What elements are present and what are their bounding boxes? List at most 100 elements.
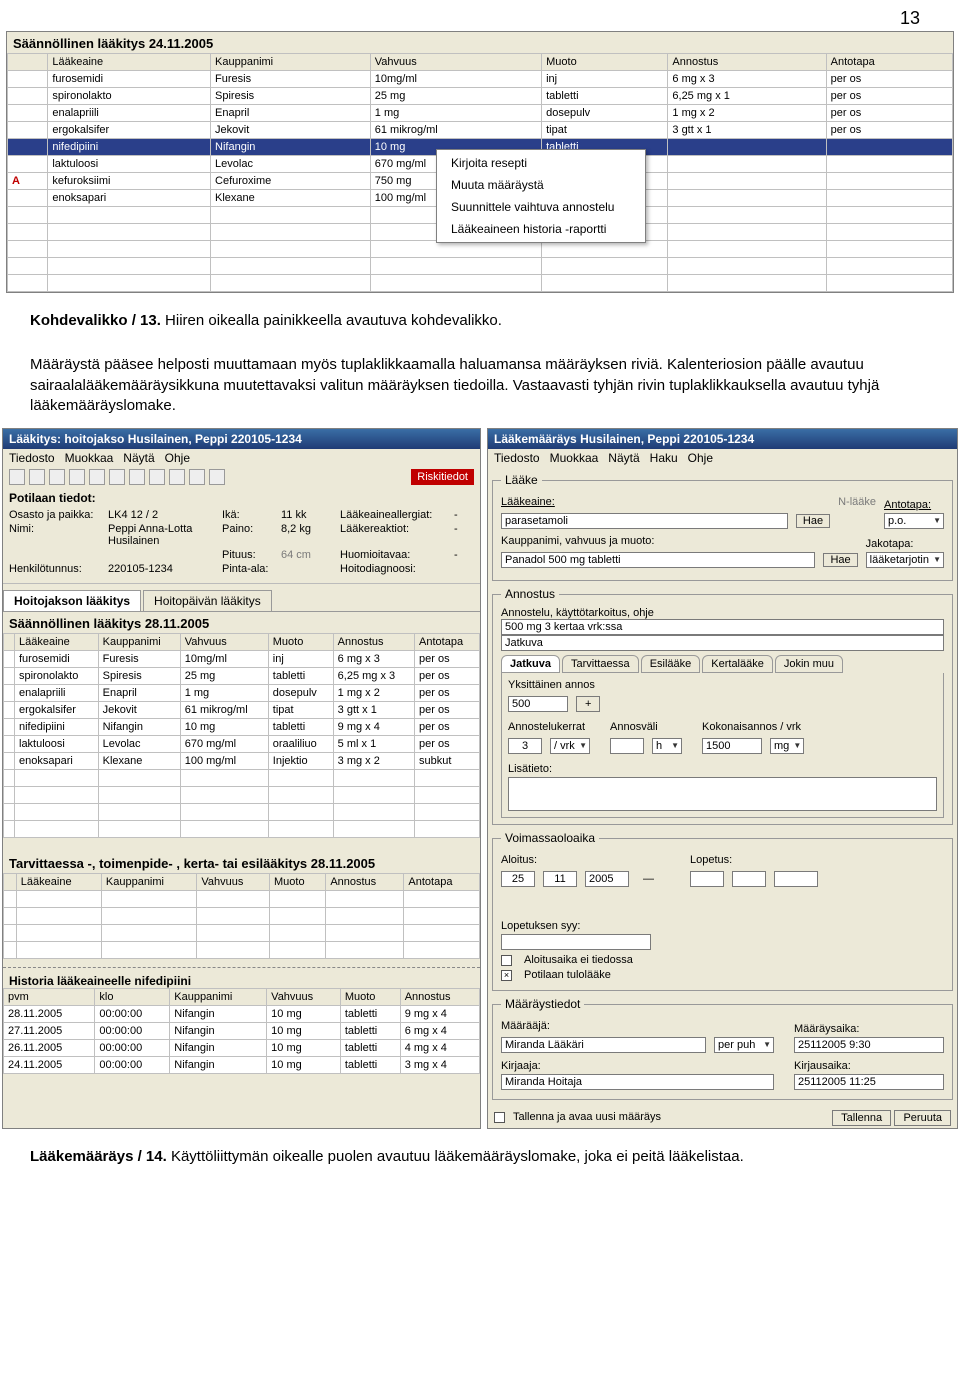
laakeaine-l: Lääkeaine: xyxy=(501,496,830,508)
maaraaja-input[interactable]: Miranda Lääkäri xyxy=(501,1037,706,1053)
aloitus-y[interactable]: 2005 xyxy=(585,871,629,887)
aloitus-l: Aloitus: xyxy=(501,854,660,866)
cb-save-new[interactable] xyxy=(494,1112,505,1123)
aloitus-d[interactable]: 25 xyxy=(501,871,535,887)
kok-unit[interactable]: mg xyxy=(770,738,804,754)
toolbar-icon[interactable] xyxy=(189,469,205,485)
caption2-rest: Käyttöliittymän oikealle puolen avautuu … xyxy=(167,1148,744,1165)
via-select[interactable]: per puh xyxy=(714,1037,774,1053)
pt-ward-l: Osasto ja paikka: xyxy=(9,509,104,521)
toolbar-icon[interactable] xyxy=(69,469,85,485)
pt-alle-v: - xyxy=(454,509,474,521)
maika-input[interactable]: 25112005 9:30 xyxy=(794,1037,944,1053)
context-menu[interactable]: Kirjoita reseptiMuuta määräystäSuunnitte… xyxy=(436,149,646,243)
yks-l: Yksittäinen annos xyxy=(508,679,937,691)
antotapa-l: Antotapa: xyxy=(884,499,944,511)
toolbar-icon[interactable] xyxy=(9,469,25,485)
dt-jatkuva[interactable]: Jatkuva xyxy=(501,655,560,673)
cb-aloitus-ei[interactable] xyxy=(501,955,512,966)
jakotapa-select[interactable]: lääketarjotin xyxy=(866,552,944,568)
ctx-item[interactable]: Suunnittele vaihtuva annostelu xyxy=(437,196,645,218)
plus-button[interactable]: + xyxy=(576,696,600,712)
maika-l: Määräysaika: xyxy=(794,1023,944,1035)
fieldset-laake: Lääke Lääkeaine: parasetamoli Hae N-lääk… xyxy=(492,473,953,581)
kauppanimi-input[interactable]: Panadol 500 mg tabletti xyxy=(501,552,815,568)
kerrat-input[interactable]: 3 xyxy=(508,738,542,754)
ctx-item[interactable]: Muuta määräystä xyxy=(437,174,645,196)
ctx-item[interactable]: Kirjoita resepti xyxy=(437,152,645,174)
lopetus-m[interactable] xyxy=(732,871,766,887)
left-window: Lääkitys: hoitojakso Husilainen, Peppi 2… xyxy=(2,428,481,1129)
toolbar-icon[interactable] xyxy=(109,469,125,485)
toolbar-icon[interactable] xyxy=(209,469,225,485)
toolbar-icon[interactable] xyxy=(89,469,105,485)
toolbar-icon[interactable] xyxy=(149,469,165,485)
history-title: Historia lääkeaineelle nifedipiini xyxy=(3,967,480,988)
ohje-line1[interactable]: 500 mg 3 kertaa vrk:ssa xyxy=(501,619,944,635)
kaika-l: Kirjausaika: xyxy=(794,1060,944,1072)
vali-input[interactable] xyxy=(610,738,644,754)
toolbar-icon[interactable] xyxy=(129,469,145,485)
menu-item[interactable]: Haku xyxy=(650,451,678,465)
kerrat-unit[interactable]: / vrk xyxy=(550,738,590,754)
menu-item[interactable]: Muokkaa xyxy=(65,451,114,465)
kaika-input[interactable]: 25112005 11:25 xyxy=(794,1074,944,1090)
lisa-l: Lisätieto: xyxy=(508,763,937,775)
menu-item[interactable]: Muokkaa xyxy=(550,451,599,465)
toolbar-icon[interactable] xyxy=(169,469,185,485)
lisa-input[interactable] xyxy=(508,777,937,811)
risk-badge[interactable]: Riskitiedot xyxy=(411,469,474,485)
pt-react-l: Lääkereaktiot: xyxy=(340,523,450,547)
toolbar-icon[interactable] xyxy=(49,469,65,485)
menu-item[interactable]: Tiedosto xyxy=(9,451,55,465)
kok-input[interactable]: 1500 xyxy=(702,738,762,754)
ohje-line2[interactable]: Jatkuva xyxy=(501,635,944,651)
dose-tabs[interactable]: Jatkuva Tarvittaessa Esilääke Kertalääke… xyxy=(501,655,944,673)
ctx-item[interactable]: Lääkeaineen historia -raportti xyxy=(437,218,645,240)
lopetus-d[interactable] xyxy=(690,871,724,887)
right-menubar[interactable]: Tiedosto Muokkaa Näytä Haku Ohje xyxy=(488,449,957,467)
cb-tulolaake[interactable]: × xyxy=(501,970,512,981)
screenshot1-title: Säännöllinen lääkitys 24.11.2005 xyxy=(7,32,953,53)
fieldset-maarays: Määräystiedot Määrääjä: Miranda Lääkäri … xyxy=(492,997,953,1100)
tab-hoitopaivan[interactable]: Hoitopäivän lääkitys xyxy=(143,590,272,611)
tab-hoitojakson[interactable]: Hoitojakson lääkitys xyxy=(3,590,141,611)
lopetus-y[interactable] xyxy=(774,871,818,887)
menu-item[interactable]: Näytä xyxy=(608,451,639,465)
kirjaaja-input[interactable]: Miranda Hoitaja xyxy=(501,1074,774,1090)
menu-item[interactable]: Ohje xyxy=(688,451,713,465)
laakeaine-input[interactable]: parasetamoli xyxy=(501,513,788,529)
pt-note-l: Huomioitavaa: xyxy=(340,549,450,561)
left-menubar[interactable]: Tiedosto Muokkaa Näytä Ohje xyxy=(3,449,480,467)
dt-kertalaake[interactable]: Kertalääke xyxy=(702,655,773,673)
antotapa-select[interactable]: p.o. xyxy=(884,513,944,529)
save-button[interactable]: Tallenna xyxy=(832,1110,891,1126)
pt-age-v: 11 kk xyxy=(281,509,336,521)
aloitus-m[interactable]: 11 xyxy=(543,871,577,887)
dt-esilaake[interactable]: Esilääke xyxy=(641,655,701,673)
save-new-label: Tallenna ja avaa uusi määräys xyxy=(513,1111,661,1123)
toolbar-icon[interactable] xyxy=(29,469,45,485)
menu-item[interactable]: Näytä xyxy=(123,451,154,465)
dt-tarvittaessa[interactable]: Tarvittaessa xyxy=(562,655,639,673)
hae-button-2[interactable]: Hae xyxy=(823,553,857,567)
fieldset-annostus: Annostus Annostelu, käyttötarkoitus, ohj… xyxy=(492,587,953,825)
yks-input[interactable]: 500 xyxy=(508,696,568,712)
vali-unit[interactable]: h xyxy=(652,738,682,754)
save-open-new[interactable]: Tallenna ja avaa uusi määräys xyxy=(494,1110,661,1124)
left-tabs[interactable]: Hoitojakson lääkitys Hoitopäivän lääkity… xyxy=(3,590,480,612)
page-number: 13 xyxy=(0,0,960,31)
syy-input[interactable] xyxy=(501,934,651,950)
menu-item[interactable]: Tiedosto xyxy=(494,451,540,465)
left-toolbar[interactable]: Riskitiedot xyxy=(3,467,480,487)
left-section-title: Säännöllinen lääkitys 28.11.2005 xyxy=(3,612,480,633)
history-table: pvmkloKauppanimiVahvuusMuotoAnnostus 28.… xyxy=(3,988,480,1074)
hae-button-1[interactable]: Hae xyxy=(796,514,830,528)
dt-jokinmuu[interactable]: Jokin muu xyxy=(775,655,843,673)
lopetus-l: Lopetus: xyxy=(690,854,818,866)
menu-item[interactable]: Ohje xyxy=(165,451,190,465)
cancel-button[interactable]: Peruuta xyxy=(894,1110,951,1126)
pt-ward-v: LK4 12 / 2 xyxy=(108,509,218,521)
pt-weight-l: Paino: xyxy=(222,523,277,547)
kirjaaja-l: Kirjaaja: xyxy=(501,1060,774,1072)
